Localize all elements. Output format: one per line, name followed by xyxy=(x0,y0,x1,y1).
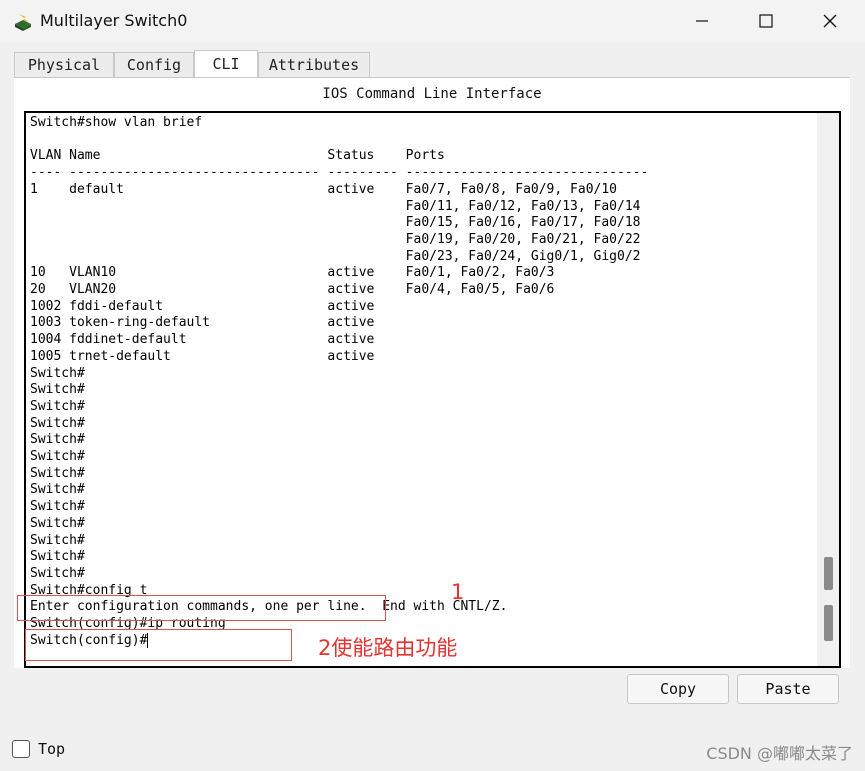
close-button[interactable] xyxy=(798,0,862,42)
terminal-line: Switch# xyxy=(30,382,85,398)
scrollbar-thumb-lower[interactable] xyxy=(824,605,833,641)
terminal-line: Switch#show vlan brief xyxy=(30,115,203,130)
terminal-line: Switch# xyxy=(30,449,85,464)
terminal-line: Switch# xyxy=(30,482,85,498)
terminal-line: 10 VLAN10 active Fa0/1, Fa0/2, Fa0/3 xyxy=(30,265,555,281)
terminal-line: 1003 token-ring-default active xyxy=(30,315,375,331)
application-window: Multilayer Switch0 Physical Config CLI A… xyxy=(0,0,865,771)
terminal-line: Switch# xyxy=(30,532,85,548)
annotation-label-1: 1 xyxy=(451,580,465,604)
terminal-line: Switch# xyxy=(30,499,85,515)
title-bar: Multilayer Switch0 xyxy=(0,0,865,42)
terminal-line: Switch# xyxy=(30,432,85,448)
tab-attributes[interactable]: Attributes xyxy=(258,52,370,77)
panel-title: IOS Command Line Interface xyxy=(322,86,542,102)
terminal-scrollbar[interactable] xyxy=(817,113,839,666)
watermark: CSDN @嘟嘟太菜了 xyxy=(706,744,853,763)
terminal-line: Switch# xyxy=(30,565,85,581)
terminal-line: Fa0/11, Fa0/12, Fa0/13, Fa0/14 xyxy=(30,198,641,214)
maximize-icon xyxy=(759,14,773,28)
terminal-line: 20 VLAN20 active Fa0/4, Fa0/5, Fa0/6 xyxy=(30,282,555,297)
copy-button[interactable]: Copy xyxy=(627,674,729,704)
maximize-button[interactable] xyxy=(734,0,798,42)
close-icon xyxy=(823,14,837,28)
cli-terminal[interactable]: Switch#show vlan brief VLAN Name Status P… xyxy=(24,111,841,668)
terminal-line: VLAN Name Status Ports xyxy=(30,148,445,164)
terminal-line: Fa0/15, Fa0/16, Fa0/17, Fa0/18 xyxy=(30,215,641,231)
terminal-line: Fa0/23, Fa0/24, Gig0/1, Gig0/2 xyxy=(30,248,641,264)
terminal-line: 1005 trnet-default active xyxy=(30,348,375,364)
terminal-line: Switch# xyxy=(30,398,85,414)
top-checkbox[interactable] xyxy=(12,740,30,758)
annotation-box-1 xyxy=(17,595,386,621)
terminal-line: 1004 fddinet-default active xyxy=(30,332,375,348)
minimize-button[interactable] xyxy=(670,0,734,42)
multilayer-switch-icon xyxy=(15,14,31,31)
terminal-line: 1 default active Fa0/7, Fa0/8, Fa0/9, Fa… xyxy=(30,181,617,197)
annotation-label-2: 2使能路由功能 xyxy=(318,636,458,660)
annotation-box-2 xyxy=(25,629,292,661)
terminal-line: Switch# xyxy=(30,549,85,565)
minimize-icon xyxy=(696,20,708,22)
terminal-line: Switch# xyxy=(30,365,85,381)
terminal-line: Switch# xyxy=(30,415,85,431)
top-checkbox-label: Top xyxy=(38,740,66,758)
paste-button[interactable]: Paste xyxy=(737,674,839,704)
tab-config[interactable]: Config xyxy=(114,52,194,77)
scrollbar-thumb-upper[interactable] xyxy=(824,557,833,590)
tab-physical[interactable]: Physical xyxy=(14,52,114,77)
tab-cli[interactable]: CLI xyxy=(194,50,258,77)
terminal-line: 1002 fddi-default active xyxy=(30,298,375,314)
terminal-line: Fa0/19, Fa0/20, Fa0/21, Fa0/22 xyxy=(30,231,641,247)
terminal-line: Switch# xyxy=(30,465,85,481)
terminal-line: ---- -------------------------------- --… xyxy=(30,165,649,181)
terminal-line: Switch# xyxy=(30,515,85,531)
window-title: Multilayer Switch0 xyxy=(40,11,188,30)
